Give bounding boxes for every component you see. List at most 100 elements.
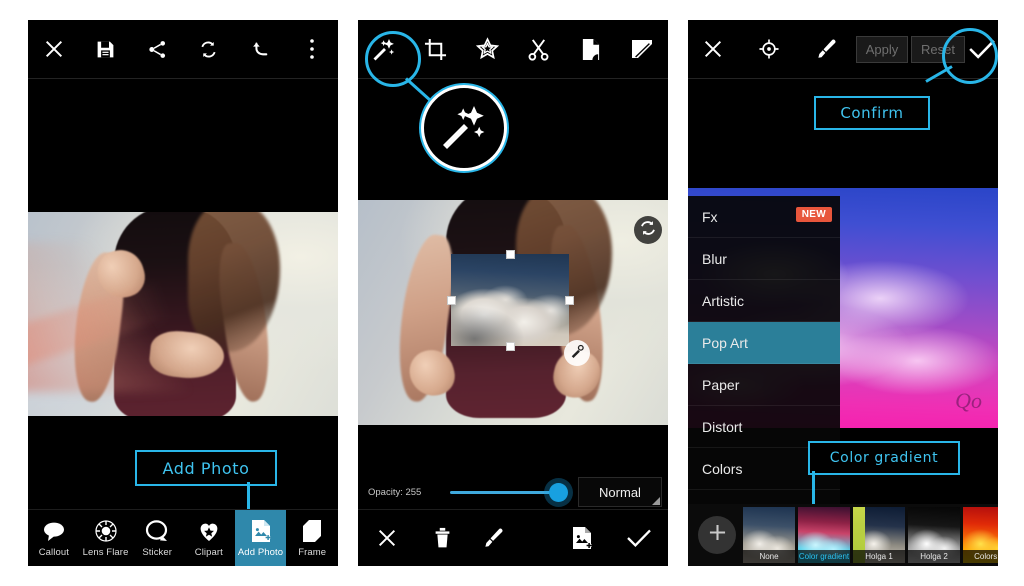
toolbar-divider [688,78,998,79]
delete-button[interactable] [416,510,468,566]
close-icon [43,38,65,60]
annotation-magnifier-magic-wand [421,85,507,171]
annotation-confirm: Confirm [814,96,930,130]
add-filter-button[interactable] [698,516,736,554]
close-button[interactable] [688,20,738,78]
callout-icon [42,518,66,544]
filter-thumb-holga-1[interactable]: Holga 1 [853,507,905,563]
transform-handle-bottom[interactable] [506,342,515,351]
rotate-icon [639,219,657,242]
shape-icon [580,38,601,61]
tool-add-photo[interactable]: Add Photo [234,510,287,566]
magic-wand-icon-zoomed [438,102,490,155]
brush-icon [483,525,505,551]
slider-knob[interactable] [549,482,568,502]
panel2-bottom-toolbar [358,510,668,566]
panel-effects-menu: Apply Reset Qo Fx NEW Blur Artistic Pop … [688,20,998,566]
tool-frame[interactable]: Frame [286,510,338,566]
undo-button[interactable] [235,20,287,78]
tool-clipart[interactable]: Clipart [183,510,235,566]
menu-item-pop-art[interactable]: Pop Art [688,322,840,364]
filter-thumb-colors-1[interactable]: Colors 1 [963,507,998,563]
editor-canvas-photo[interactable] [28,212,338,416]
stickers-button[interactable] [461,20,513,78]
transform-handle-left[interactable] [447,296,456,305]
overflow-menu-icon [309,38,315,60]
scissors-icon [527,38,550,61]
trash-icon [433,525,452,551]
filter-label: None [743,550,795,563]
apply-button-label: Apply [855,35,909,63]
overlay-image[interactable] [451,254,569,346]
panel1-top-toolbar [28,20,338,78]
tool-lens-flare[interactable]: Lens Flare [80,510,132,566]
menu-item-paper[interactable]: Paper [688,364,840,406]
toolbar-divider [28,78,338,79]
filter-label: Holga 1 [853,550,905,563]
blend-mode-select[interactable]: Normal [578,477,662,507]
add-photo-icon [571,525,593,551]
slider-track [450,490,560,494]
star-icon [475,37,500,61]
perspective-icon [630,38,654,60]
filter-label: Colors 1 [963,550,998,563]
transform-handle-right[interactable] [565,296,574,305]
close-button[interactable] [28,20,80,78]
close-icon [376,525,398,551]
checkmark-icon [626,525,652,551]
menu-item-fx[interactable]: Fx NEW [688,196,840,238]
editor-canvas-photo[interactable] [358,200,668,425]
crop-icon [424,38,447,61]
cancel-button[interactable] [358,510,416,566]
annotation-circle-confirm [942,28,998,84]
save-icon [95,39,116,60]
clipart-icon [197,518,221,544]
add-photo-icon [250,518,272,544]
undo-icon [250,38,272,60]
overlay-cloud-photo [451,254,569,346]
add-photo-button[interactable] [554,510,610,566]
annotation-color-gradient: Color gradient [808,441,960,475]
apply-button[interactable]: Apply [854,20,910,78]
panel1-bottom-toolbar: Callout Lens Flare Sticker Clipart Add P… [28,510,338,566]
target-button[interactable] [738,20,800,78]
tool-callout[interactable]: Callout [28,510,80,566]
menu-item-artistic[interactable]: Artistic [688,280,840,322]
sticker-icon [145,518,169,544]
new-badge: NEW [795,207,832,222]
filter-thumb-holga-2[interactable]: Holga 2 [908,507,960,563]
resize-handle-button[interactable] [564,340,590,366]
close-icon [702,38,724,60]
filter-thumbnail-bar: None Color gradient Holga 1 Holga 2 Colo… [688,504,998,566]
overflow-menu-button[interactable] [286,20,338,78]
plus-icon [709,524,726,546]
filter-label: Color gradient [798,550,850,563]
tool-sticker[interactable]: Sticker [131,510,183,566]
save-button[interactable] [80,20,132,78]
panel-overlay-transform: Opacity: 255 Normal [358,20,668,566]
perspective-button[interactable] [616,20,668,78]
resize-icon [570,344,584,363]
share-button[interactable] [131,20,183,78]
shape-button[interactable] [565,20,617,78]
target-icon [758,38,780,60]
brush-icon [816,38,838,60]
annotation-circle-magic-wand [365,31,421,87]
refresh-icon [198,39,219,60]
effects-category-menu: Fx NEW Blur Artistic Pop Art Paper Disto… [688,196,840,531]
brush-button[interactable] [800,20,854,78]
done-button[interactable] [610,510,668,566]
cutout-button[interactable] [513,20,565,78]
filter-thumb-color-gradient[interactable]: Color gradient [798,507,850,563]
annotation-add-photo: Add Photo [135,450,277,486]
transform-handle-top[interactable] [506,250,515,259]
brush-button[interactable] [468,510,520,566]
refresh-button[interactable] [183,20,235,78]
screenshot-root: Add Photo Callout Lens Flare Sticker Cli… [0,0,1024,586]
rotate-button[interactable] [634,216,662,244]
image-signature: Qo [955,388,982,413]
menu-item-blur[interactable]: Blur [688,238,840,280]
frame-icon [301,518,323,544]
filter-thumb-none[interactable]: None [743,507,795,563]
opacity-slider[interactable] [444,474,578,510]
